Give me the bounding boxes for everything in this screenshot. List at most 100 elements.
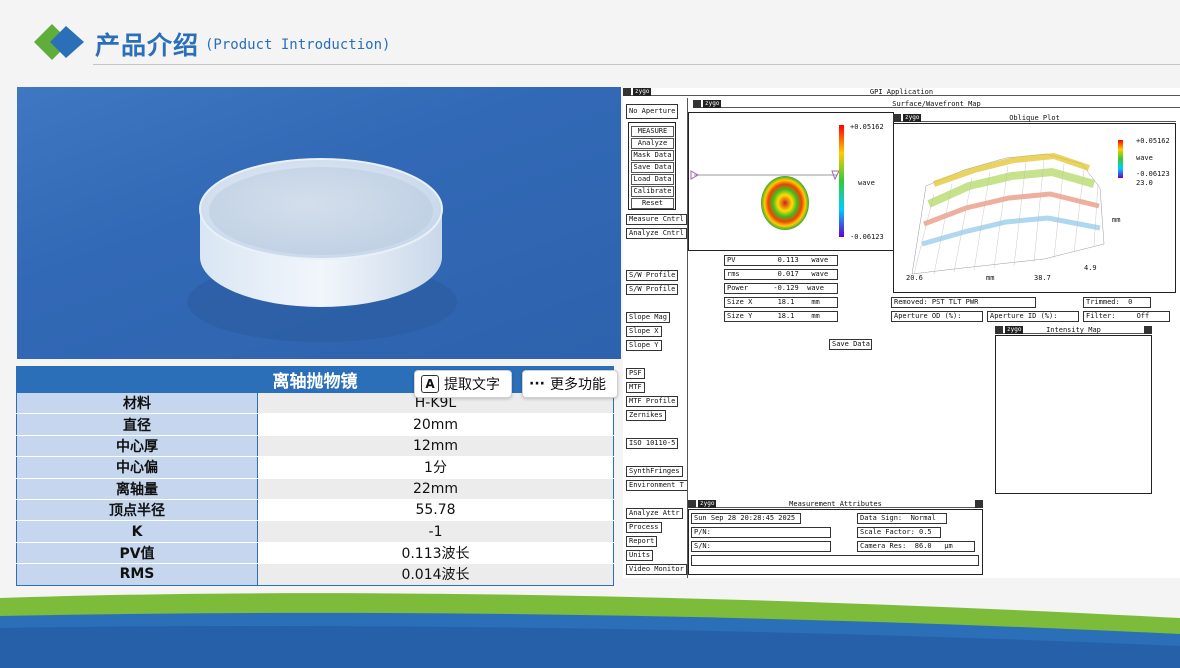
oblique-window-title: Oblique Plot	[1009, 114, 1060, 122]
report-button[interactable]: Report	[626, 536, 658, 547]
spec-value: 22mm	[257, 478, 614, 500]
psf-button[interactable]: PSF	[626, 368, 645, 379]
mtf-button[interactable]: MTF	[626, 382, 645, 393]
text-recognition-icon: A	[421, 375, 439, 393]
units-button[interactable]: Units	[626, 550, 654, 561]
attributes-window-titlebar: zygo Measurement Attributes	[688, 500, 983, 508]
oblique-3d-plot	[911, 140, 1123, 275]
footer-wave	[0, 593, 1180, 668]
product-spec-table: 离轴抛物镜 材料 H-K9L 直径 20mm 中心厚 12mm 中心偏 1分 离…	[16, 366, 614, 586]
spec-key: 材料	[16, 392, 258, 415]
oblique-y-min: 4.9	[1084, 264, 1097, 272]
surface-scale-max: +0.05162	[850, 123, 884, 131]
part-number-field[interactable]: P/N:	[691, 527, 831, 538]
environment-button[interactable]: Environment T	[626, 480, 688, 491]
save-data-result-button[interactable]: Save Data	[829, 339, 872, 350]
table-row: RMS 0.014波长	[16, 563, 614, 586]
data-sign-field: Data Sign: Normal	[857, 513, 947, 524]
aperture-od-field: Aperture OD (%):	[891, 311, 983, 322]
table-row: K -1	[16, 520, 614, 543]
table-row: 直径 20mm	[16, 413, 614, 436]
table-row: 顶点半径 55.78	[16, 499, 614, 522]
iso-10110-button[interactable]: ISO 10110-5	[626, 438, 679, 449]
oblique-x-unit: mm	[986, 274, 995, 282]
spec-key: RMS	[16, 563, 258, 586]
scale-factor-field: Scale Factor: 0.5	[857, 527, 941, 538]
sw-profile-button[interactable]: S/W Profile	[626, 284, 679, 295]
spec-key: 中心厚	[16, 435, 258, 458]
spec-value: -1	[257, 520, 614, 543]
zernikes-button[interactable]: Zernikes	[626, 410, 666, 421]
more-functions-button[interactable]: ··· 更多功能	[522, 370, 618, 398]
surface-window-titlebar: zygo Surface/Wavefront Map	[693, 100, 1180, 108]
calibrate-button[interactable]: Calibrate	[631, 186, 674, 197]
gpi-application-window: zygo GPI Application No Aperture MEASURE…	[623, 88, 1180, 578]
spec-value: 20mm	[257, 413, 614, 436]
load-data-button[interactable]: Load Data	[631, 174, 674, 185]
trimmed-field: Trimmed: 0	[1083, 297, 1151, 308]
result-size-y: Size Y 18.1 mm	[724, 311, 838, 322]
app-titlebar: zygo GPI Application	[623, 88, 1180, 96]
page-subtitle: (Product Introduction)	[205, 37, 391, 53]
measure-cntrl-button[interactable]: Measure Cntrl	[626, 214, 687, 225]
company-logo-icon	[34, 24, 84, 60]
spec-key: 离轴量	[16, 478, 258, 500]
surface-window-title: Surface/Wavefront Map	[892, 100, 981, 108]
sw-profile-button[interactable]: S/W Profile	[626, 270, 679, 281]
table-row: 中心厚 12mm	[16, 435, 614, 458]
measurement-date: Sun Sep 28 20:28:45 2025	[691, 513, 801, 524]
no-aperture-button[interactable]: No Aperture	[626, 104, 679, 119]
table-row: 离轴量 22mm	[16, 478, 614, 500]
spec-key: K	[16, 520, 258, 543]
notes-field[interactable]	[691, 555, 979, 566]
close-icon[interactable]	[623, 88, 631, 96]
mtf-profile-button[interactable]: MTF Profile	[626, 396, 679, 407]
oblique-scale-unit: wave	[1136, 154, 1153, 162]
result-power: Power -0.129 wave	[724, 283, 838, 294]
intensity-map-panel	[995, 335, 1152, 494]
intensity-window-titlebar: zygo Intensity Map	[995, 326, 1152, 334]
table-row: PV值 0.113波长	[16, 542, 614, 565]
ellipsis-icon: ···	[529, 376, 545, 392]
oblique-x-min: 20.6	[906, 274, 923, 282]
filter-field: Filter: Off	[1083, 311, 1170, 322]
zygo-logo: zygo	[633, 88, 652, 96]
product-photo	[17, 87, 621, 359]
slope-y-button[interactable]: Slope Y	[626, 340, 662, 351]
surface-map-panel: +0.05162 wave -0.06123	[688, 112, 894, 251]
result-size-x: Size X 18.1 mm	[724, 297, 838, 308]
video-monitor-button[interactable]: Video Monitor	[626, 564, 687, 575]
analyze-button[interactable]: Analyze	[631, 138, 674, 149]
process-button[interactable]: Process	[626, 522, 662, 533]
spec-value: 0.014波长	[257, 563, 614, 586]
measure-button[interactable]: MEASURE	[631, 126, 674, 137]
synth-fringes-button[interactable]: SynthFringes	[626, 466, 683, 477]
reset-button[interactable]: Reset	[631, 198, 674, 209]
spec-key: 中心偏	[16, 456, 258, 479]
serial-number-field[interactable]: S/N:	[691, 541, 831, 552]
analyze-cntrl-button[interactable]: Analyze Cntrl	[626, 228, 687, 239]
spec-value: 12mm	[257, 435, 614, 458]
oblique-scale-min: -0.06123	[1136, 170, 1170, 178]
slope-x-button[interactable]: Slope X	[626, 326, 662, 337]
spec-key: 顶点半径	[16, 499, 258, 522]
mask-data-button[interactable]: Mask Data	[631, 150, 674, 161]
intensity-window-title: Intensity Map	[1046, 326, 1101, 334]
oblique-scale-max: +0.05162	[1136, 137, 1170, 145]
save-data-button[interactable]: Save Data	[631, 162, 674, 173]
oblique-y-max: 23.0	[1136, 179, 1153, 187]
lens-image	[187, 158, 457, 342]
oblique-y-unit: mm	[1112, 216, 1121, 224]
table-row: 中心偏 1分	[16, 456, 614, 479]
camera-res-field: Camera Res: 86.0 µm	[857, 541, 975, 552]
oblique-x-max: 38.7	[1034, 274, 1051, 282]
extract-text-button[interactable]: A 提取文字	[414, 370, 512, 398]
slope-mag-button[interactable]: Slope Mag	[626, 312, 670, 323]
result-rms: rms 0.017 wave	[724, 269, 838, 280]
spec-value: 0.113波长	[257, 542, 614, 565]
more-functions-label: 更多功能	[549, 377, 606, 393]
header-divider	[93, 64, 1180, 65]
removed-field: Removed: PST TLT PWR	[891, 297, 1036, 308]
analyze-attr-button[interactable]: Analyze Attr	[626, 508, 683, 519]
result-pv: PV 0.113 wave	[724, 255, 838, 266]
